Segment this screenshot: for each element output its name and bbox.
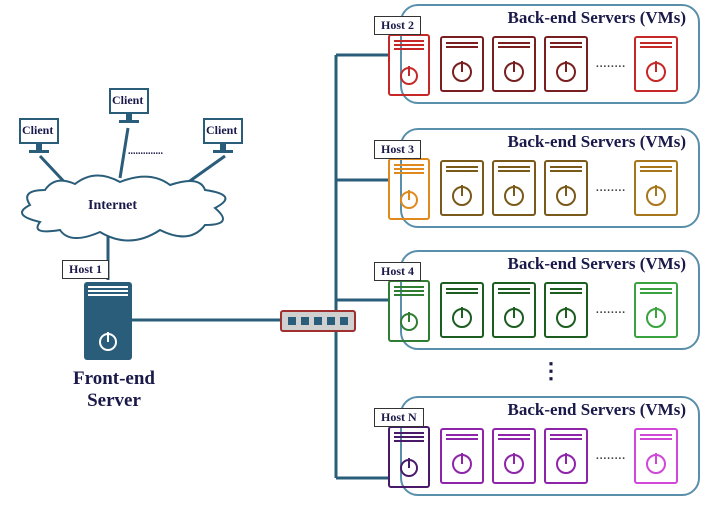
- host-4-label: Host 4: [374, 262, 421, 281]
- vm-icon: [492, 36, 536, 92]
- vm-icon: [634, 160, 678, 216]
- backend-title: Back-end Servers (VMs): [508, 132, 686, 152]
- host-4-tower: [388, 280, 430, 342]
- client-label: Client: [206, 123, 237, 138]
- internet-label: Internet: [88, 198, 137, 214]
- network-switch: [280, 310, 356, 332]
- vm-icon: [492, 428, 536, 484]
- vm-icon: [634, 282, 678, 338]
- host-3-label: Host 3: [374, 140, 421, 159]
- backend-title: Back-end Servers (VMs): [508, 400, 686, 420]
- backend-title: Back-end Servers (VMs): [508, 254, 686, 274]
- vm-ellipsis: ........: [596, 182, 626, 194]
- vm-ellipsis: ........: [596, 58, 626, 70]
- host-3-tower: [388, 158, 430, 220]
- client-monitor-1: Client: [16, 118, 62, 154]
- front-end-caption: Front-end Server: [64, 368, 164, 412]
- vm-icon: [440, 160, 484, 216]
- host-2-label: Host 2: [374, 16, 421, 35]
- vm-icon: [492, 282, 536, 338]
- vm-row-3: ........: [440, 282, 678, 338]
- client-label: Client: [112, 93, 143, 108]
- host-2-tower: [388, 34, 430, 96]
- host-1-label: Host 1: [62, 260, 109, 279]
- backend-title: Back-end Servers (VMs): [508, 8, 686, 28]
- vm-icon: [544, 160, 588, 216]
- client-monitor-3: Client: [200, 118, 246, 154]
- vm-icon: [440, 36, 484, 92]
- vm-icon: [440, 282, 484, 338]
- vm-row-2: ........: [440, 160, 678, 216]
- vm-icon: [544, 282, 588, 338]
- front-end-tower: [84, 282, 132, 360]
- vm-icon: [634, 428, 678, 484]
- client-label: Client: [22, 123, 53, 138]
- front-end-caption-l2: Server: [87, 390, 141, 411]
- vm-icon: [544, 428, 588, 484]
- host-n-label: Host N: [374, 408, 424, 427]
- client-monitor-2: Client: [106, 88, 152, 124]
- host-n-tower: [388, 426, 430, 488]
- group-vertical-ellipsis: ⋮: [540, 358, 564, 384]
- vm-ellipsis: ........: [596, 304, 626, 316]
- vm-icon: [440, 428, 484, 484]
- vm-row-n: ........: [440, 428, 678, 484]
- vm-icon: [544, 36, 588, 92]
- client-ellipsis: ..............: [128, 146, 163, 157]
- vm-icon: [634, 36, 678, 92]
- vm-row-1: ........: [440, 36, 678, 92]
- front-end-caption-l1: Front-end: [73, 368, 155, 389]
- vm-ellipsis: ........: [596, 450, 626, 462]
- vm-icon: [492, 160, 536, 216]
